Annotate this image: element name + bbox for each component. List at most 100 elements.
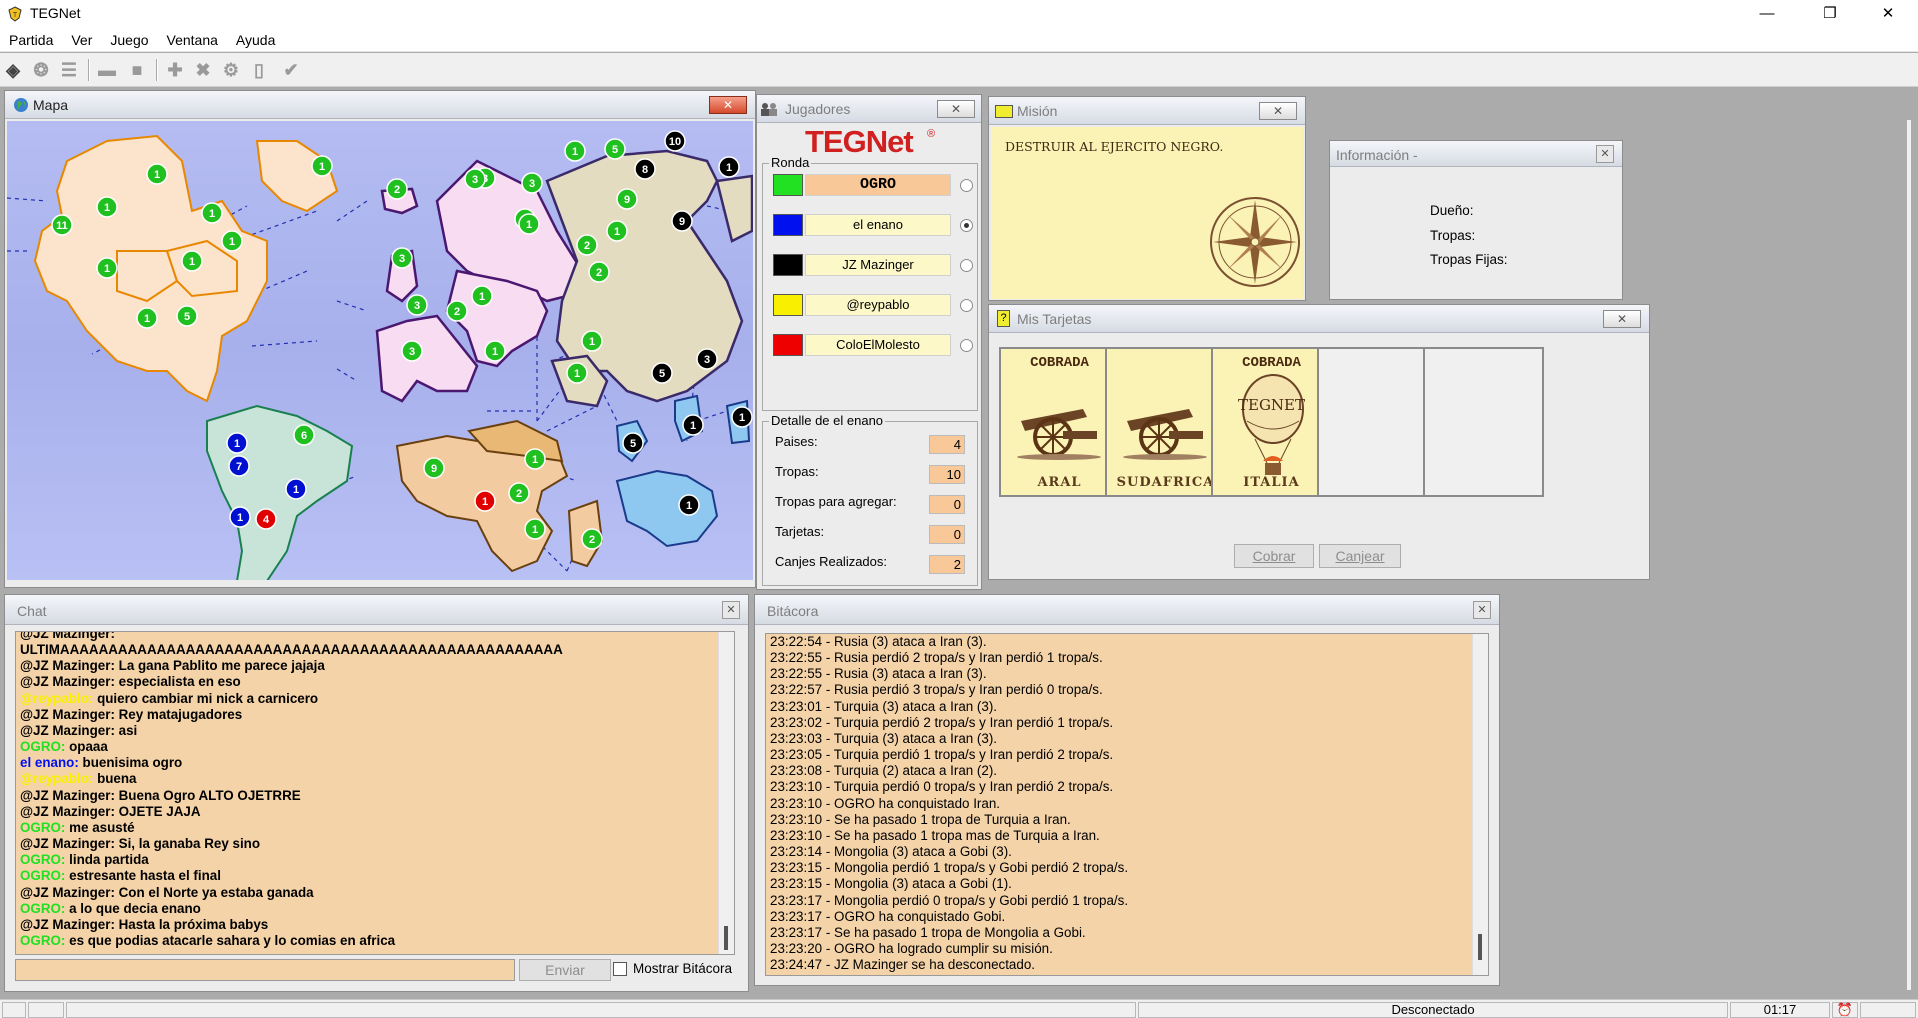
- minimize-button[interactable]: —: [1745, 0, 1789, 28]
- army-marker[interactable]: 9: [616, 188, 638, 210]
- main-scrollbar[interactable]: [1900, 90, 1918, 998]
- chat-scroll-thumb[interactable]: [724, 926, 728, 950]
- log-messages[interactable]: 23:22:54 - Rusia (3) ataca a Iran (3). 23…: [765, 633, 1489, 976]
- army-marker[interactable]: 2: [576, 234, 598, 256]
- army-marker[interactable]: 1: [96, 257, 118, 279]
- army-marker[interactable]: 3: [464, 168, 486, 190]
- world-map-svg[interactable]: 1111111115123315101381992133112123115316…: [7, 121, 753, 580]
- army-marker[interactable]: 1: [311, 155, 333, 177]
- cards-icon[interactable]: ▯: [248, 59, 270, 81]
- stop-icon[interactable]: ■: [126, 59, 148, 81]
- world-map[interactable]: 1111111115123315101381992133112123115316…: [7, 121, 753, 580]
- army-marker[interactable]: 3: [401, 340, 423, 362]
- army-marker[interactable]: 1: [181, 250, 203, 272]
- army-marker[interactable]: 1: [285, 478, 307, 500]
- close-window-button[interactable]: ✕: [1866, 0, 1910, 28]
- add-icon[interactable]: ✚: [164, 59, 186, 81]
- start-icon[interactable]: ❂: [30, 59, 52, 81]
- player-row[interactable]: el enano: [773, 214, 973, 240]
- army-marker[interactable]: 2: [581, 528, 603, 550]
- check-icon[interactable]: ✔: [280, 59, 302, 81]
- army-marker[interactable]: 3: [406, 294, 428, 316]
- army-marker[interactable]: 1: [146, 163, 168, 185]
- army-marker[interactable]: 9: [671, 210, 693, 232]
- chat-close-button[interactable]: ✕: [722, 601, 740, 619]
- army-marker[interactable]: 11: [51, 214, 73, 236]
- info-close-button[interactable]: ✕: [1596, 145, 1614, 163]
- army-marker[interactable]: 8: [634, 158, 656, 180]
- army-marker[interactable]: 1: [474, 490, 496, 512]
- army-marker[interactable]: 10: [664, 130, 686, 152]
- chat-input[interactable]: [15, 959, 515, 981]
- player-row[interactable]: OGRO: [773, 174, 973, 200]
- show-log-checkbox[interactable]: [613, 962, 627, 976]
- country-card[interactable]: COBRADA ARAL: [999, 347, 1120, 497]
- chat-messages[interactable]: @JZ Mazinger: ULTIMAAAAAAAAAAAAAAAAAAAAA…: [15, 631, 735, 955]
- army-marker[interactable]: 1: [518, 213, 540, 235]
- player-radio[interactable]: [960, 179, 973, 192]
- army-marker[interactable]: 6: [293, 424, 315, 446]
- country-card[interactable]: COBRADA TEGNET ITALIA: [1211, 347, 1332, 497]
- gear-icon[interactable]: ⚙: [220, 59, 242, 81]
- player-row[interactable]: ColoElMolesto: [773, 334, 973, 360]
- chat-scrollbar[interactable]: [718, 632, 734, 954]
- army-marker[interactable]: 5: [622, 432, 644, 454]
- restore-button[interactable]: ❐: [1808, 0, 1852, 28]
- player-radio[interactable]: [960, 339, 973, 352]
- army-marker[interactable]: 1: [682, 414, 704, 436]
- log-close-button[interactable]: ✕: [1473, 601, 1491, 619]
- menu-ver[interactable]: Ver: [62, 28, 101, 52]
- canjear-button[interactable]: Canjear: [1319, 544, 1401, 568]
- army-marker[interactable]: 1: [136, 307, 158, 329]
- army-marker[interactable]: 1: [678, 494, 700, 516]
- map-close-button[interactable]: ✕: [709, 96, 747, 114]
- mission-close-button[interactable]: ✕: [1259, 102, 1297, 120]
- player-radio[interactable]: [960, 299, 973, 312]
- army-marker[interactable]: 1: [201, 202, 223, 224]
- army-marker[interactable]: 1: [484, 340, 506, 362]
- army-marker[interactable]: 1: [226, 432, 248, 454]
- menu-partida[interactable]: Partida: [0, 28, 62, 52]
- army-marker[interactable]: 1: [524, 448, 546, 470]
- army-marker[interactable]: 7: [228, 455, 250, 477]
- menu-ventana[interactable]: Ventana: [158, 28, 227, 52]
- army-marker[interactable]: 1: [564, 140, 586, 162]
- list-icon[interactable]: ☰: [58, 59, 80, 81]
- army-marker[interactable]: 9: [423, 457, 445, 479]
- menu-ayuda[interactable]: Ayuda: [227, 28, 284, 52]
- attack-icon[interactable]: ▬: [96, 59, 118, 81]
- army-marker[interactable]: 3: [521, 172, 543, 194]
- army-marker[interactable]: 1: [229, 506, 251, 528]
- army-marker[interactable]: 1: [566, 362, 588, 384]
- army-marker[interactable]: 4: [255, 508, 277, 530]
- player-row[interactable]: @reypablo: [773, 294, 973, 320]
- army-marker[interactable]: 2: [386, 178, 408, 200]
- army-marker[interactable]: 1: [581, 330, 603, 352]
- army-marker[interactable]: 2: [446, 300, 468, 322]
- connect-icon[interactable]: ◈: [2, 59, 24, 81]
- army-marker[interactable]: 3: [391, 247, 413, 269]
- main-scroll-thumb[interactable]: [1907, 120, 1911, 990]
- player-row[interactable]: JZ Mazinger: [773, 254, 973, 280]
- log-scroll-thumb[interactable]: [1478, 934, 1482, 960]
- army-marker[interactable]: 5: [651, 362, 673, 384]
- cards-close-button[interactable]: ✕: [1603, 310, 1641, 328]
- army-marker[interactable]: 1: [606, 220, 628, 242]
- army-marker[interactable]: 1: [96, 196, 118, 218]
- army-marker[interactable]: 1: [718, 156, 740, 178]
- army-marker[interactable]: 3: [696, 348, 718, 370]
- army-marker[interactable]: 1: [221, 230, 243, 252]
- log-scrollbar[interactable]: [1472, 634, 1488, 975]
- army-marker[interactable]: 5: [604, 138, 626, 160]
- army-marker[interactable]: 1: [471, 285, 493, 307]
- player-radio[interactable]: [960, 219, 973, 232]
- menu-juego[interactable]: Juego: [101, 28, 157, 52]
- country-card[interactable]: SUDAFRICA: [1105, 347, 1226, 497]
- cobrar-button[interactable]: Cobrar: [1234, 544, 1314, 568]
- player-radio[interactable]: [960, 259, 973, 272]
- army-marker[interactable]: 5: [176, 305, 198, 327]
- players-close-button[interactable]: ✕: [937, 100, 975, 118]
- cross-icon[interactable]: ✖: [192, 59, 214, 81]
- army-marker[interactable]: 2: [508, 482, 530, 504]
- army-marker[interactable]: 1: [524, 518, 546, 540]
